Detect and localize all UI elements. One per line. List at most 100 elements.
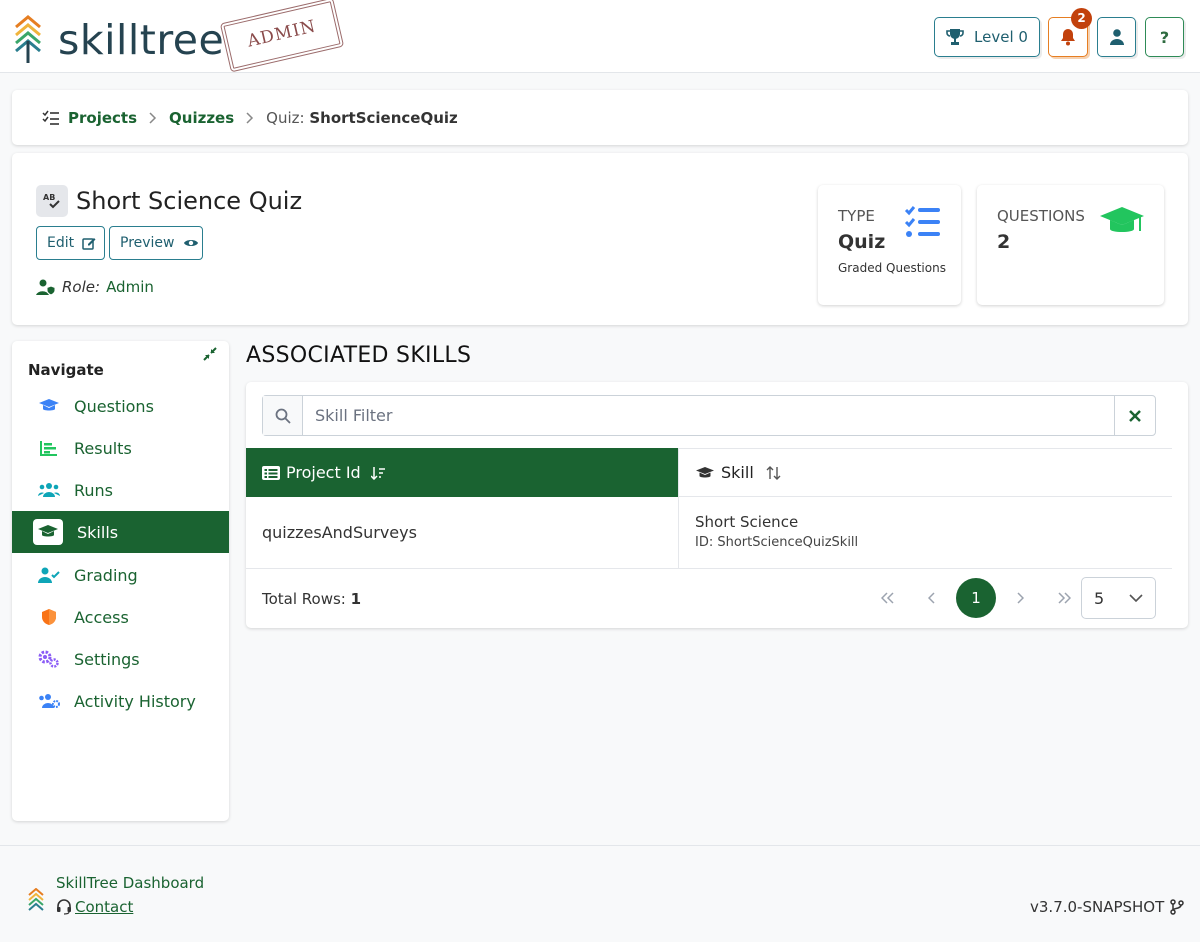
code-branch-icon	[1170, 899, 1185, 915]
stat-questions-label: QUESTIONS	[997, 207, 1085, 225]
cogs-icon	[38, 650, 60, 668]
help-button[interactable]: ?	[1145, 17, 1184, 57]
chart-bar-icon	[38, 440, 60, 456]
skill-id: ID: ShortScienceQuizSkill	[695, 535, 859, 550]
stat-card-questions: QUESTIONS 2	[977, 185, 1164, 305]
pagination: 1	[866, 578, 1086, 618]
close-icon	[1129, 409, 1141, 422]
sidebar-item-grading[interactable]: Grading	[12, 554, 229, 596]
sidebar-item-label: Settings	[74, 649, 140, 669]
users-icon	[38, 482, 60, 498]
chevron-right-icon	[149, 111, 157, 124]
sidebar-item-access[interactable]: Access	[12, 596, 229, 638]
sidebar-item-label: Results	[74, 438, 132, 458]
sidebar-title: Navigate	[28, 361, 104, 379]
skill-filter-input[interactable]	[303, 396, 1114, 435]
chevron-right-icon	[246, 111, 254, 124]
eye-icon	[183, 237, 199, 249]
logo-text[interactable]: skilltree	[58, 14, 224, 66]
tasks-icon	[904, 205, 942, 239]
sidebar-item-label: Skills	[77, 522, 119, 542]
contact-label: Contact	[75, 898, 134, 916]
sidebar-item-results[interactable]: Results	[12, 427, 229, 469]
rows-per-page-select[interactable]: 5	[1081, 577, 1156, 619]
breadcrumb-current-value: ShortScienceQuiz	[309, 108, 458, 127]
chevron-right-icon	[1016, 592, 1024, 604]
column-header-label: Project Id	[286, 463, 361, 482]
sidebar-item-label: Questions	[74, 396, 154, 416]
quiz-title: Short Science Quiz	[76, 187, 303, 215]
column-header-label: Skill	[721, 463, 754, 482]
sidebar-item-settings[interactable]: Settings	[12, 638, 229, 680]
user-menu-button[interactable]	[1097, 17, 1136, 57]
role-label: Role:	[62, 278, 101, 296]
column-header-project-id[interactable]: Project Id	[246, 448, 678, 497]
breadcrumb-current: Quiz: ShortScienceQuiz	[266, 109, 458, 127]
page-1-button[interactable]: 1	[956, 578, 996, 618]
stat-type-label: TYPE	[838, 207, 875, 225]
user-shield-icon	[36, 279, 56, 295]
graduation-cap-icon	[38, 398, 60, 414]
shield-icon	[38, 608, 60, 626]
sidebar-item-skills[interactable]: Skills	[12, 511, 229, 553]
sidebar-item-runs[interactable]: Runs	[12, 469, 229, 511]
skills-table-card: Project Id Skill quizzesAndSurveys Short…	[246, 382, 1188, 628]
notification-count-badge: 2	[1071, 8, 1092, 29]
next-page-button[interactable]	[998, 578, 1042, 618]
graduation-cap-icon	[1099, 205, 1145, 239]
clear-filter-button[interactable]	[1114, 396, 1155, 435]
skilltree-small-logo-icon	[28, 888, 44, 914]
table-cell-project-id: quizzesAndSurveys	[246, 497, 678, 569]
sidebar-item-label: Activity History	[74, 691, 196, 711]
stat-card-type: TYPE Quiz Graded Questions	[818, 185, 961, 305]
section-title: ASSOCIATED SKILLS	[246, 343, 472, 368]
breadcrumb-quizzes-link[interactable]: Quizzes	[169, 109, 234, 127]
table-cell-skill: Short Science ID: ShortScienceQuizSkill	[678, 497, 1172, 569]
sort-icon	[766, 465, 782, 480]
breadcrumb-current-prefix: Quiz:	[266, 108, 305, 127]
edit-quiz-button[interactable]: Edit	[36, 226, 105, 260]
breadcrumb-projects-link[interactable]: Projects	[68, 109, 137, 127]
first-page-button[interactable]	[866, 578, 910, 618]
stat-type-value: Quiz	[838, 231, 886, 253]
last-page-button[interactable]	[1042, 578, 1086, 618]
version-label: v3.7.0-SNAPSHOT	[1030, 898, 1165, 916]
top-navbar: skilltree ADMIN Level 0 2 ?	[0, 0, 1200, 73]
trophy-icon	[946, 28, 964, 46]
sidebar-nav: Navigate Questions Results Runs Skills G…	[12, 341, 229, 821]
sidebar-item-label: Runs	[74, 480, 114, 500]
sidebar-item-questions[interactable]: Questions	[12, 385, 229, 427]
role-info: Role: Admin	[36, 278, 154, 296]
headset-icon	[56, 899, 72, 915]
chevron-left-icon	[928, 592, 936, 604]
skill-filter	[262, 395, 1156, 436]
spell-check-icon: AB	[36, 185, 68, 217]
compress-icon[interactable]	[203, 347, 217, 361]
footer: SkillTree Dashboard Contact v3.7.0-SNAPS…	[0, 845, 1200, 942]
edit-icon	[82, 236, 96, 250]
double-chevron-left-icon	[881, 592, 895, 604]
stat-questions-value: 2	[997, 231, 1011, 253]
graduation-cap-icon	[33, 519, 63, 545]
level-label: Level 0	[974, 28, 1028, 46]
contact-link[interactable]: Contact	[56, 898, 133, 916]
user-check-icon	[38, 567, 60, 583]
stat-type-sub: Graded Questions	[838, 261, 946, 275]
prev-page-button[interactable]	[910, 578, 954, 618]
level-button[interactable]: Level 0	[934, 17, 1040, 57]
role-value: Admin	[106, 278, 154, 296]
sidebar-item-activity-history[interactable]: Activity History	[12, 680, 229, 722]
column-header-skill[interactable]: Skill	[678, 448, 1172, 497]
users-cog-icon	[38, 693, 60, 709]
total-rows-value: 1	[350, 590, 362, 608]
sidebar-item-label: Access	[74, 607, 129, 627]
double-chevron-right-icon	[1057, 592, 1071, 604]
total-rows-label: Total Rows:	[262, 590, 346, 608]
quiz-header-card: AB Short Science Quiz Edit Preview Role:…	[12, 153, 1188, 325]
preview-quiz-button[interactable]: Preview	[109, 226, 203, 260]
skilltree-logo-icon[interactable]	[14, 14, 42, 64]
bell-icon	[1060, 28, 1076, 46]
admin-stamp: ADMIN	[219, 0, 345, 73]
skill-name[interactable]: Short Science	[695, 513, 1172, 531]
list-alt-icon	[262, 465, 280, 480]
